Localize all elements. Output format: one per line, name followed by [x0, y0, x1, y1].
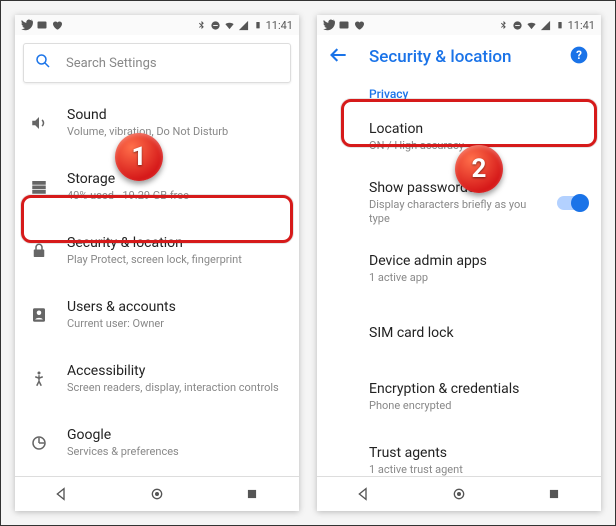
sound-icon: [29, 114, 49, 132]
nav-recent-icon[interactable]: [545, 485, 563, 503]
nav-home-icon[interactable]: [148, 485, 166, 503]
heart-icon: [353, 19, 365, 31]
row-title: Accessibility: [67, 362, 285, 380]
page-title: Security & location: [369, 47, 549, 67]
wifi-icon: [224, 19, 236, 31]
row-sub: 40% used - 19.29 GB free: [67, 189, 285, 203]
search-bar[interactable]: Search Settings: [23, 43, 291, 83]
signal-icon: [238, 19, 250, 31]
row-trust-agents[interactable]: Trust agents1 active trust agent: [317, 429, 601, 476]
signal-icon: [540, 19, 552, 31]
user-icon: [29, 306, 49, 324]
clock-text: 11:41: [568, 19, 595, 32]
nav-back-icon[interactable]: [355, 485, 373, 503]
row-sub: Current user: Owner: [67, 317, 285, 331]
phone-left: 11:41 Search Settings SoundVolume, vibra…: [15, 15, 299, 511]
row-sub: Display characters briefly as you type: [369, 198, 539, 227]
battery-icon: [554, 19, 566, 31]
row-sub: Screen readers, display, interaction con…: [67, 381, 285, 395]
row-title: Show passwords: [369, 179, 539, 197]
row-title: Encryption & credentials: [369, 380, 587, 398]
row-title: Device admin apps: [369, 252, 587, 270]
nav-bar: [317, 476, 601, 511]
row-title: Google: [67, 426, 285, 444]
search-icon: [34, 52, 52, 74]
back-arrow-icon[interactable]: [329, 45, 349, 69]
title-bar: Security & location ?: [317, 35, 601, 79]
status-bar: 11:41: [15, 15, 299, 35]
annotation-bubble-1: 1: [115, 133, 163, 181]
image-icon: [338, 19, 350, 31]
row-title: Location: [369, 120, 587, 138]
storage-icon: [29, 178, 49, 196]
row-title: SIM card lock: [369, 324, 587, 342]
heart-icon: [51, 19, 63, 31]
row-encryption[interactable]: Encryption & credentialsPhone encrypted: [317, 365, 601, 429]
row-title: Storage: [67, 170, 285, 188]
row-device-admin[interactable]: Device admin apps1 active app: [317, 237, 601, 301]
help-icon[interactable]: ?: [569, 45, 589, 69]
row-sub: Services & preferences: [67, 445, 285, 459]
phone-right: 11:41 Security & location ? Privacy Loca…: [317, 15, 601, 511]
row-title: Sound: [67, 106, 285, 124]
row-title: Trust agents: [369, 444, 587, 462]
wifi-icon: [526, 19, 538, 31]
svg-text:?: ?: [576, 48, 582, 62]
dnd-icon: [512, 19, 524, 31]
twitter-icon: [21, 19, 33, 31]
nav-bar: [15, 476, 299, 511]
accessibility-icon: [29, 370, 49, 388]
twitter-icon: [323, 19, 335, 31]
annotation-bubble-2: 2: [455, 145, 503, 193]
status-bar: 11:41: [317, 15, 601, 35]
row-sub: Phone encrypted: [369, 399, 587, 413]
clock-text: 11:41: [266, 19, 293, 32]
bluetooth-icon: [498, 19, 510, 31]
row-title: Users & accounts: [67, 298, 285, 316]
image-icon: [36, 19, 48, 31]
row-sub: Play Protect, screen lock, fingerprint: [67, 253, 285, 267]
lock-icon: [29, 242, 49, 260]
bluetooth-icon: [196, 19, 208, 31]
dnd-icon: [210, 19, 222, 31]
nav-recent-icon[interactable]: [243, 485, 261, 503]
search-placeholder: Search Settings: [66, 56, 157, 71]
nav-home-icon[interactable]: [450, 485, 468, 503]
row-users[interactable]: Users & accountsCurrent user: Owner: [15, 283, 299, 347]
nav-back-icon[interactable]: [53, 485, 71, 503]
row-sub: 1 active trust agent: [369, 463, 587, 476]
row-google[interactable]: GoogleServices & preferences: [15, 411, 299, 475]
row-sub: 1 active app: [369, 271, 587, 285]
battery-icon: [252, 19, 264, 31]
toggle-switch[interactable]: [557, 196, 587, 210]
row-security[interactable]: Security & locationPlay Protect, screen …: [15, 219, 299, 283]
row-title: Security & location: [67, 234, 285, 252]
section-privacy: Privacy: [317, 79, 601, 105]
row-sim-lock[interactable]: SIM card lock: [317, 301, 601, 365]
row-accessibility[interactable]: AccessibilityScreen readers, display, in…: [15, 347, 299, 411]
row-sub: Volume, vibration, Do Not Disturb: [67, 125, 285, 139]
google-icon: [29, 434, 49, 452]
